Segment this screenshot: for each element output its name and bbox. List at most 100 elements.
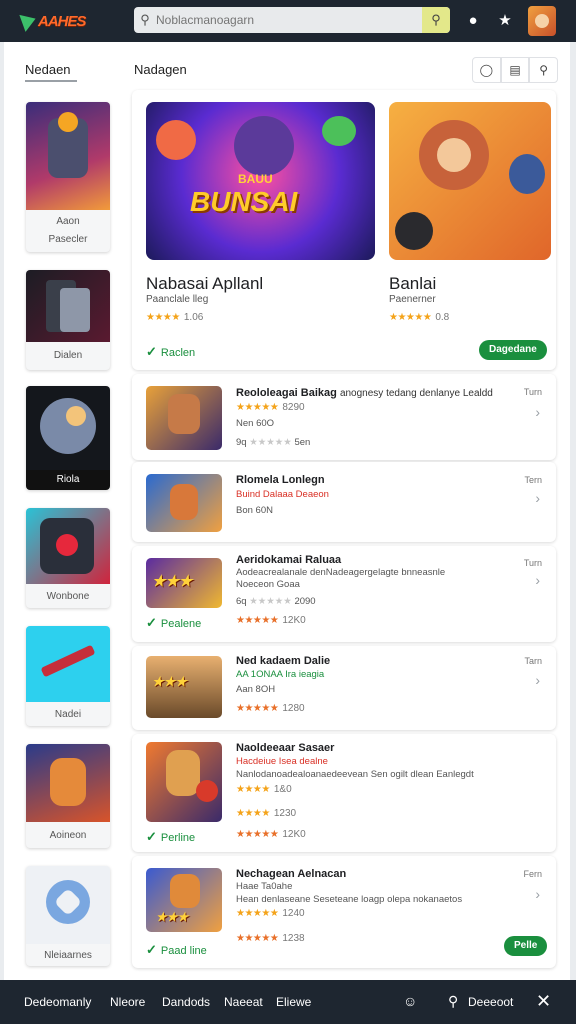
row-tag: Turn — [523, 558, 542, 568]
sidebar-item-label: Aoineon — [49, 830, 87, 841]
chevron-right-icon[interactable]: › — [535, 886, 540, 902]
search-icon[interactable]: ⚲ — [448, 993, 458, 1010]
install-button[interactable]: Pelle — [504, 936, 548, 956]
bottom-nav-item-5[interactable]: Eliewe — [276, 995, 311, 1009]
row-meta-2: Bon 60N — [236, 505, 273, 516]
sidebar-item-label: Riola — [26, 470, 110, 490]
list-view-button[interactable]: ▤ — [500, 57, 530, 83]
featured-banner-left[interactable]: BAUU BUNSAI — [146, 102, 375, 260]
chevron-right-icon[interactable]: › — [535, 572, 540, 588]
rating-stars: ★★★★★ — [389, 312, 432, 323]
row-title: Aeridokamai Raluaa — [236, 554, 342, 566]
rating-stars: ★★★★★ — [249, 596, 292, 607]
badge-art — [26, 866, 110, 944]
avatar[interactable] — [528, 6, 556, 36]
bottom-nav-item-3[interactable]: Dandods — [162, 995, 210, 1009]
rating-value: 1280 — [282, 703, 305, 714]
list-item[interactable]: Reololeagai Baikag anognesy tedang denla… — [132, 374, 556, 460]
game-thumbnail: ★★★ — [146, 656, 222, 718]
row-tag: Fern — [523, 869, 542, 879]
row-status: ✓ Paad line — [146, 942, 207, 958]
sidebar-heading-underline — [25, 80, 77, 82]
search-button[interactable]: ⚲ — [422, 7, 450, 33]
banner-title: BUNSAI — [190, 186, 298, 217]
rating-stars: ★★★★ — [236, 808, 270, 819]
bottom-nav-item-4[interactable]: Naeeat — [224, 995, 263, 1009]
row-status: ✓ Pealene — [146, 615, 201, 631]
device-art — [26, 270, 110, 342]
featured-right-title[interactable]: Banlai — [389, 274, 436, 294]
status-text: Paad line — [160, 945, 207, 957]
search-tool-button[interactable]: ⚲ — [529, 57, 559, 83]
sidebar-item-7[interactable]: Nleiaarnes — [26, 866, 110, 966]
star-icon[interactable]: ★ — [494, 10, 516, 32]
bottom-search-label[interactable]: Deeeoot — [468, 995, 513, 1009]
rating-value: 1.06 — [183, 312, 204, 323]
sidebar-item-label: Nadei — [54, 709, 82, 720]
rating-value: 1230 — [273, 808, 297, 819]
row-title: Rlomela Lonlegn — [236, 474, 325, 486]
thumb-logo: ★★★ — [152, 674, 187, 689]
chat-icon[interactable]: ● — [462, 10, 484, 32]
bottom-nav-item-2[interactable]: Nleore — [110, 995, 145, 1009]
row-title: Naoldeeaar Sasaer — [236, 742, 335, 754]
logo-text: AAHES — [38, 12, 87, 30]
row-rating-2: ★★★★★ 1238 — [236, 933, 305, 944]
sidebar-item-3[interactable]: Riola — [26, 386, 110, 490]
filter-button[interactable]: ◯ — [472, 57, 501, 83]
row-meta-3: 6q ★★★★★ 2090 — [236, 596, 316, 607]
row-status: ✓ Perline — [146, 829, 195, 845]
row-meta: Buind Dalaaa Deaeon — [236, 489, 329, 500]
top-bar: AAHES ⚲ ⚲ ● ★ — [0, 0, 576, 42]
featured-install-button[interactable]: Dagedane — [479, 340, 547, 360]
sidebar-item-2[interactable]: Dialen — [26, 270, 110, 370]
search-bar: ⚲ ⚲ — [134, 7, 450, 33]
rating-stars: ★★★★★ — [236, 402, 279, 413]
row-meta: Hacdeiue Isea dealne — [236, 756, 328, 767]
row-meta: AA 1ONAA Ira ieagia — [236, 669, 325, 680]
sidebar-item-1[interactable]: Aaon Pasecler — [26, 102, 110, 252]
rating-stars: ★★★★★ — [236, 703, 279, 714]
check-icon: ✓ — [146, 829, 157, 844]
rating-stars: ★★★★ — [236, 784, 270, 795]
featured-card: BAUU BUNSAI Nabasai Apllanl Paanclale ll… — [132, 90, 556, 370]
list-item[interactable]: ★★★ Ned kadaem Dalie AA 1ONAA Ira ieagia… — [132, 646, 556, 730]
row-title-main: Reololeagai Baikag — [236, 387, 337, 399]
row-title: Ned kadaem Dalie — [236, 655, 331, 667]
game-thumbnail — [146, 742, 222, 822]
featured-left-title[interactable]: Nabasai Apllanl — [146, 274, 263, 294]
search-input[interactable] — [156, 13, 422, 27]
row-rating: ★★★★★ 1240 — [236, 908, 305, 919]
emoji-icon[interactable]: ☺ — [403, 993, 417, 1009]
list-item[interactable]: Rlomela Lonlegn Buind Dalaaa Deaeon Bon … — [132, 462, 556, 542]
hero-art — [26, 386, 110, 470]
status-text: Pealene — [160, 618, 202, 630]
sidebar-item-label: Dialen — [53, 350, 83, 361]
bottom-nav-item-1[interactable]: Dedeomanly — [24, 995, 91, 1009]
rating-stars: ★★★★★ — [236, 829, 279, 840]
search-icon: ⚲ — [140, 12, 150, 27]
row-title-rest: anognesy tedang denlanye Lealdd — [339, 388, 493, 399]
app-logo[interactable]: AAHES — [19, 9, 102, 33]
sidebar-item-6[interactable]: Aoineon — [26, 744, 110, 848]
chevron-right-icon[interactable]: › — [535, 490, 540, 506]
sidebar-item-5[interactable]: Nadei — [26, 626, 110, 726]
rating-value: 12K0 — [282, 829, 306, 840]
rating-value: 8290 — [282, 402, 305, 413]
game-thumbnail: ★★★ — [146, 558, 222, 608]
chevron-right-icon[interactable]: › — [535, 404, 540, 420]
list-icon: ▤ — [509, 63, 521, 77]
list-item[interactable]: ★★★ Nechagean Aelnacan Haae Ta0ahe Hean … — [132, 856, 556, 968]
row-title: Reololeagai Baikag anognesy tedang denla… — [236, 387, 493, 399]
sidebar-item-label: Wonbone — [46, 591, 90, 602]
close-icon[interactable]: ✕ — [536, 991, 551, 1012]
row-meta: Haae Ta0ahe — [236, 881, 293, 892]
list-item[interactable]: ★★★ Aeridokamai Raluaa Aodeacrealanale d… — [132, 546, 556, 642]
list-item[interactable]: Naoldeeaar Sasaer Hacdeiue Isea dealne N… — [132, 734, 556, 852]
row-tag: Tern — [524, 475, 542, 485]
chevron-right-icon[interactable]: › — [535, 672, 540, 688]
row-rating: ★★★★ 1&0 — [236, 784, 292, 795]
featured-banner-right[interactable] — [389, 102, 551, 260]
sidebar-item-4[interactable]: Wonbone — [26, 508, 110, 608]
game-art — [26, 102, 110, 210]
